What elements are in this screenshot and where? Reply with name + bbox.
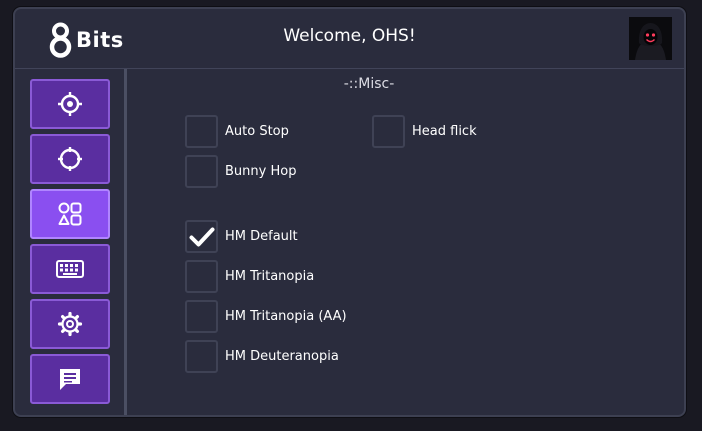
option-hm-deuteranopia[interactable]: HM Deuteranopia	[185, 340, 339, 373]
sidebar-divider	[124, 69, 127, 415]
option-label: HM Default	[225, 229, 298, 244]
checkbox-checked[interactable]	[185, 220, 218, 253]
checkbox[interactable]	[185, 115, 218, 148]
sidebar-item-aimbot[interactable]	[30, 79, 110, 129]
option-hm-default[interactable]: HM Default	[185, 220, 298, 253]
option-label: HM Tritanopia (AA)	[225, 309, 347, 324]
option-hm-tritanopia-aa[interactable]: HM Tritanopia (AA)	[185, 300, 347, 333]
option-bunny-hop[interactable]: Bunny Hop	[185, 155, 296, 188]
option-label: Auto Stop	[225, 124, 289, 139]
keyboard-icon	[56, 260, 84, 278]
checkbox[interactable]	[185, 300, 218, 333]
sidebar-item-misc[interactable]	[30, 189, 110, 239]
shapes-icon	[58, 202, 82, 226]
sidebar-item-target[interactable]	[30, 134, 110, 184]
avatar[interactable]	[629, 17, 672, 60]
checkmark-icon	[189, 227, 214, 246]
sidebar	[30, 79, 116, 409]
checkbox[interactable]	[372, 115, 405, 148]
option-hm-tritanopia[interactable]: HM Tritanopia	[185, 260, 314, 293]
welcome-message: Welcome, OHS!	[283, 26, 416, 46]
sidebar-item-keybinds[interactable]	[30, 244, 110, 294]
option-label: Bunny Hop	[225, 164, 297, 179]
option-head-flick[interactable]: Head flick	[372, 115, 477, 148]
sidebar-item-chat[interactable]	[30, 354, 110, 404]
checkbox[interactable]	[185, 340, 218, 373]
section-title: -::Misc-	[343, 76, 395, 92]
header-bar: Bits Welcome, OHS!	[15, 9, 684, 69]
option-label: HM Deuteranopia	[225, 349, 339, 364]
option-label: Head flick	[412, 124, 477, 139]
avatar-image	[629, 17, 672, 60]
sidebar-item-settings[interactable]	[30, 299, 110, 349]
crosshair-icon	[58, 92, 82, 116]
app-window: Bits Welcome, OHS! -::Misc- Auto Stop He…	[13, 7, 686, 417]
checkbox[interactable]	[185, 155, 218, 188]
option-auto-stop[interactable]: Auto Stop	[185, 115, 289, 148]
checkbox[interactable]	[185, 260, 218, 293]
gear-icon	[57, 311, 83, 337]
chat-icon	[60, 369, 80, 390]
target-circle-icon	[58, 147, 82, 171]
option-label: HM Tritanopia	[225, 269, 315, 284]
